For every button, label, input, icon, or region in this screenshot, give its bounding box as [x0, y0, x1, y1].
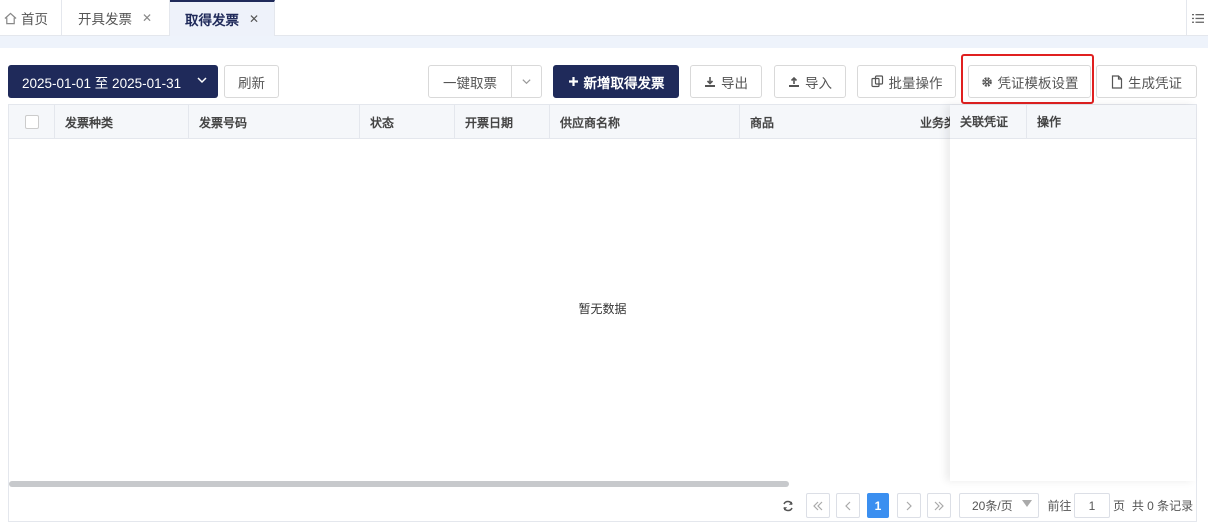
- goto-page-input[interactable]: 1: [1074, 493, 1110, 518]
- close-icon[interactable]: ✕: [142, 11, 152, 25]
- first-page-icon[interactable]: [806, 493, 830, 518]
- select-all-checkbox[interactable]: [24, 115, 39, 129]
- horizontal-scrollbar[interactable]: [9, 481, 789, 487]
- import-button[interactable]: 导入: [774, 65, 846, 98]
- document-icon: [1111, 74, 1123, 89]
- download-icon: [705, 76, 715, 87]
- one-click-fetch-button[interactable]: 一键取票: [428, 65, 512, 98]
- tab-issue-invoice[interactable]: 开具发票 ✕: [62, 0, 170, 36]
- goto-suffix: 页: [1112, 499, 1125, 513]
- column-header[interactable]: 开票日期: [455, 105, 550, 139]
- upload-icon: [789, 76, 799, 87]
- column-header[interactable]: 供应商名称: [550, 105, 740, 139]
- date-range-picker[interactable]: 2025-01-01 至 2025-01-31: [8, 65, 218, 98]
- add-invoice-label: 新增取得发票: [583, 75, 665, 91]
- home-icon: [4, 12, 17, 24]
- close-icon[interactable]: ✕: [249, 12, 259, 26]
- last-page-icon[interactable]: [927, 493, 951, 518]
- chevron-down-icon: [522, 79, 531, 85]
- refresh-button[interactable]: 刷新: [224, 65, 279, 98]
- column-header[interactable]: 业务类: [910, 105, 950, 139]
- tab-received-invoice-label: 取得发票: [185, 13, 239, 28]
- add-received-invoice-button[interactable]: 新增取得发票: [553, 65, 679, 98]
- generate-voucher-button[interactable]: 生成凭证: [1096, 65, 1197, 98]
- tab-list-menu-icon[interactable]: [1186, 0, 1208, 36]
- select-all-cell: [9, 105, 55, 139]
- refresh-label: 刷新: [238, 75, 265, 91]
- highlight-box: [961, 54, 1094, 104]
- refresh-icon[interactable]: [780, 493, 796, 518]
- date-range-value: 2025-01-01 至 2025-01-31: [22, 75, 182, 91]
- dropdown-arrow-icon: [1022, 500, 1032, 507]
- export-button[interactable]: 导出: [690, 65, 762, 98]
- tab-home-label: 首页: [21, 12, 48, 27]
- tab-received-invoice[interactable]: 取得发票 ✕: [170, 0, 275, 36]
- batch-label: 批量操作: [888, 75, 943, 91]
- tab-home[interactable]: 首页: [0, 0, 62, 36]
- empty-state-text: 暂无数据: [578, 302, 627, 316]
- page-size-select[interactable]: 20条/页: [959, 493, 1039, 518]
- prev-page-icon[interactable]: [836, 493, 860, 518]
- goto-prefix: 前往: [1047, 499, 1072, 513]
- column-header[interactable]: 状态: [360, 105, 455, 139]
- plus-icon: [568, 77, 578, 86]
- fixed-columns-panel: 关联凭证 操作: [950, 105, 1196, 481]
- content-header-band: [0, 36, 1208, 48]
- column-header[interactable]: 发票种类: [55, 105, 189, 139]
- invoice-table: 发票种类 发票号码 状态 开票日期 供应商名称 商品 业务类 关联凭证 操作 暂…: [8, 104, 1197, 522]
- import-label: 导入: [805, 75, 832, 91]
- column-header[interactable]: 操作: [1027, 105, 1196, 139]
- column-header[interactable]: 发票号码: [189, 105, 360, 139]
- export-label: 导出: [721, 75, 748, 91]
- next-page-icon[interactable]: [897, 493, 921, 518]
- generate-voucher-label: 生成凭证: [1128, 75, 1182, 91]
- one-click-fetch-dropdown[interactable]: [511, 65, 542, 98]
- total-records: 共 0 条记录: [1131, 499, 1194, 513]
- tab-bar: 首页 开具发票 ✕ 取得发票 ✕: [0, 0, 1208, 36]
- chevron-down-icon: [197, 77, 207, 84]
- copy-icon: [870, 75, 883, 88]
- page-size-value: 20条/页: [972, 499, 1013, 513]
- tab-issue-invoice-label: 开具发票: [78, 12, 132, 27]
- page-number-current[interactable]: 1: [867, 493, 889, 518]
- column-header[interactable]: 关联凭证: [950, 105, 1027, 139]
- batch-operations-button[interactable]: 批量操作: [857, 65, 956, 98]
- one-click-fetch-label: 一键取票: [443, 75, 497, 91]
